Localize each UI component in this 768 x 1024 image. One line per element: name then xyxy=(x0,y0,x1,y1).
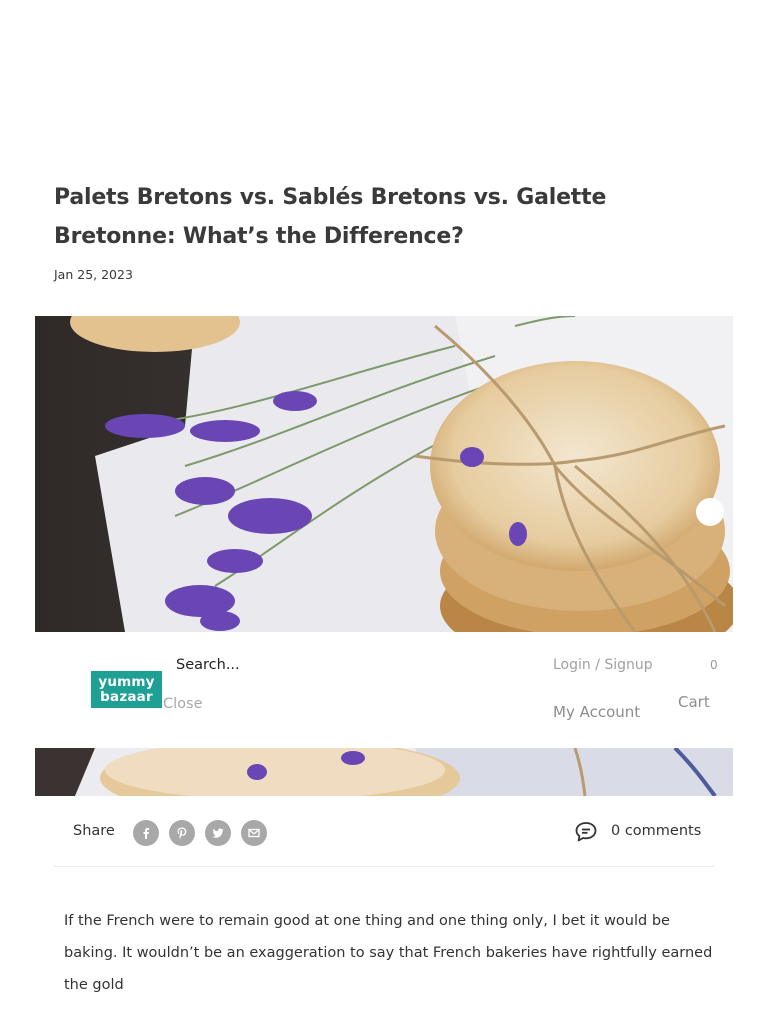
close-search-button[interactable]: Close xyxy=(163,696,203,712)
login-signup-link[interactable]: Login / Signup xyxy=(553,657,653,673)
cart-link[interactable]: Cart xyxy=(678,693,710,711)
search-input[interactable]: Search... xyxy=(176,657,240,673)
logo-line-1: yummy xyxy=(98,673,155,690)
pinterest-icon[interactable] xyxy=(169,820,195,846)
twitter-icon[interactable] xyxy=(205,820,231,846)
logo-line-2: bazaar xyxy=(100,688,153,705)
hero-image-strip xyxy=(35,748,733,796)
comment-icon[interactable] xyxy=(574,820,598,844)
cart-count-badge: 0 xyxy=(710,658,718,672)
my-account-link[interactable]: My Account xyxy=(553,703,640,721)
share-label: Share xyxy=(73,823,115,839)
article-date: Jan 25, 2023 xyxy=(54,267,133,282)
hero-image xyxy=(35,316,733,632)
divider xyxy=(54,866,714,867)
site-logo[interactable]: yummy bazaar xyxy=(91,671,162,708)
slider-dot[interactable] xyxy=(696,498,724,526)
email-icon[interactable] xyxy=(241,820,267,846)
comments-count-link[interactable]: 0 comments xyxy=(611,823,701,839)
article-title: Palets Bretons vs. Sablés Bretons vs. Ga… xyxy=(54,185,607,249)
facebook-icon[interactable] xyxy=(133,820,159,846)
article-body-paragraph: If the French were to remain good at one… xyxy=(64,913,713,993)
